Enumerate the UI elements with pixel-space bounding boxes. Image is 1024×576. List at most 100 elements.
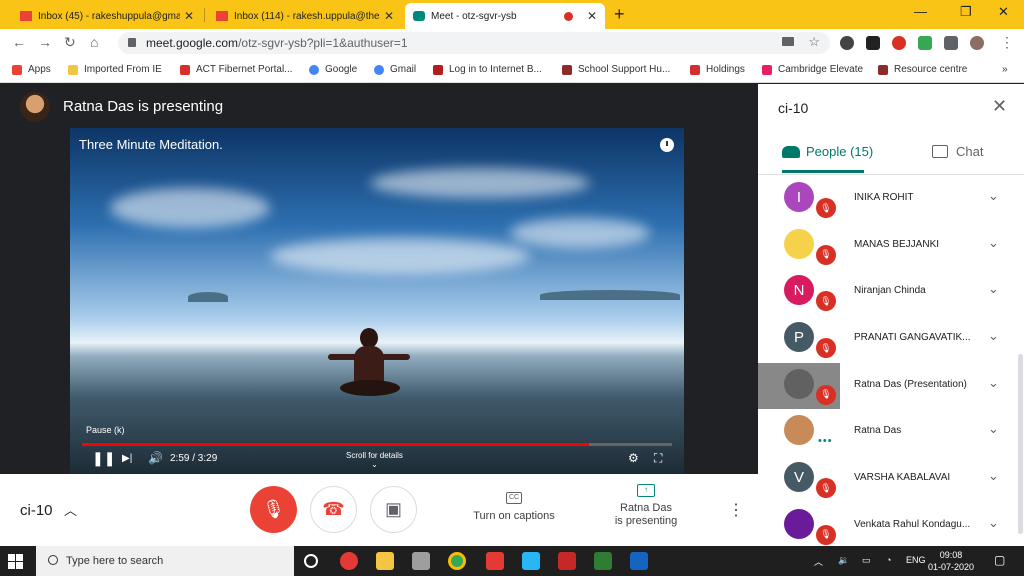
taskbar-search[interactable]: Type here to search [36,546,294,576]
tab-meet[interactable]: Meet - otz-sgvr-ysb ✕ [405,3,605,29]
presenting-line2: is presenting [614,515,678,527]
menu-dots-icon[interactable]: ⋮ [1000,34,1014,51]
tab-gmail-1[interactable]: Inbox (45) - rakeshuppula@gma ✕ [12,3,202,29]
settings-icon[interactable]: ⚙ [628,451,639,465]
zoom-icon[interactable] [522,552,540,570]
chevron-down-icon[interactable]: ⌄ [988,421,999,437]
tab-chat-label: Chat [956,144,984,159]
chevron-down-icon[interactable]: ⌄ [988,515,999,531]
puzzle-icon[interactable] [944,36,958,50]
chevron-down-icon[interactable]: ⌄ [988,328,999,344]
wifi-icon[interactable]: ◔ [886,555,891,565]
tab-people[interactable]: People (15) [782,144,873,159]
camera-toggle-button[interactable]: ▣ [370,486,417,533]
participant-avatar [784,228,814,259]
volume-icon[interactable]: 🔊 [148,451,163,465]
extension-icon[interactable] [892,36,906,50]
windows-start-icon[interactable] [8,554,23,569]
captions-button[interactable]: CC Turn on captions [466,492,562,522]
scroll-hint[interactable]: Scroll for details ⌄ [346,451,403,469]
notifications-icon[interactable]: ▢ [994,553,1005,567]
bookmark-school[interactable]: School Support Hu... [562,64,670,75]
mic-off-icon: 🎙 [816,244,836,265]
chevron-down-icon[interactable]: ⌄ [988,188,999,204]
fullscreen-icon[interactable]: ⛶ [654,451,662,466]
bookmark-apps[interactable]: Apps [12,64,51,75]
chevron-down-icon[interactable]: ⌄ [988,468,999,484]
bookmark-act[interactable]: ACT Fibernet Portal... [180,64,293,75]
taskbar-clock[interactable]: 09:08 01-07-2020 [928,549,974,573]
close-icon[interactable]: ✕ [587,9,597,23]
camera-icon[interactable] [782,37,794,46]
participant-avatar-box: 🎙 [758,362,840,410]
extension-icon[interactable] [840,36,854,50]
presenting-button[interactable]: ↑ Ratna Das is presenting [600,484,692,528]
bookmark-cambridge[interactable]: Cambridge Elevate [762,64,863,75]
tab-chat[interactable]: Chat [932,144,983,159]
mic-toggle-button[interactable]: 🎙 [250,486,297,533]
bookmark-imported[interactable]: Imported From IE [68,64,162,75]
address-toolbar: ← → ↻ ⌂ meet.google.com/otz-sgvr-ysb?pli… [0,29,1024,57]
bookmark-internet[interactable]: Log in to Internet B... [433,64,542,75]
participant-row[interactable]: 🎙 Ratna Das (Presentation) ⌄ [758,362,1024,410]
chevron-up-icon[interactable]: ︿ [814,555,823,568]
participant-row[interactable]: N 🎙 Niranjan Chinda ⌄ [758,269,1024,316]
chevron-up-icon[interactable]: ︿ [64,500,77,519]
battery-icon[interactable]: ▭ [862,555,871,566]
more-options-icon[interactable]: ⋮ [728,500,744,520]
calculator-icon[interactable] [412,552,430,570]
close-icon[interactable]: ✕ [992,96,1007,117]
bookmark-resource[interactable]: Resource centre [878,64,967,75]
close-icon[interactable]: ✕ [384,9,394,23]
cortana-icon[interactable] [304,554,318,568]
more-bookmarks-button[interactable]: » [1002,64,1008,75]
bookmark-gmail[interactable]: Gmail [374,64,416,75]
back-icon[interactable]: ← [12,34,26,50]
window-close-icon[interactable]: ✕ [998,4,1009,20]
close-icon[interactable]: ✕ [184,9,194,23]
new-tab-button[interactable]: + [614,4,625,25]
cloud [510,218,650,248]
bookmark-holdings[interactable]: Holdings [690,64,745,75]
tab-gmail-2[interactable]: Inbox (114) - rakesh.uppula@the ✕ [208,3,402,29]
paint-icon[interactable] [340,552,358,570]
participant-row[interactable]: I 🎙 INIKA ROHIT ⌄ [758,176,1024,223]
scrollbar[interactable] [1018,354,1023,534]
profile-avatar[interactable] [970,36,984,50]
star-icon[interactable]: ☆ [808,34,820,50]
participant-row[interactable]: 🎙 Venkata Rahul Kondagu... ⌄ [758,503,1024,550]
reload-icon[interactable]: ↻ [64,34,76,51]
file-explorer-icon[interactable] [376,552,394,570]
word-icon[interactable] [630,552,648,570]
video-progress-bar[interactable] [82,443,672,446]
participant-row[interactable]: ••• Ratna Das ⌄ [758,409,1024,456]
participant-row[interactable]: P 🎙 PRANATI GANGAVATIK... ⌄ [758,316,1024,363]
leave-call-button[interactable]: ☎ [310,486,357,533]
bookmark-google[interactable]: Google [309,64,357,75]
restore-icon[interactable]: ❐ [960,4,972,20]
video-player[interactable]: Three Minute Meditation. Pause (k) ❚❚ ▶|… [70,128,684,474]
participant-row[interactable]: 🎙 MANAS BEJJANKI ⌄ [758,223,1024,270]
extension-icon[interactable] [918,36,932,50]
pause-icon[interactable]: ❚❚ [92,450,115,467]
acrobat-icon[interactable] [558,552,576,570]
video-title: Three Minute Meditation. [79,137,223,152]
participant-row[interactable]: V 🎙 VARSHA KABALAVAI ⌄ [758,456,1024,503]
next-icon[interactable]: ▶| [122,453,132,464]
bookmark-label: Holdings [706,64,745,75]
minimize-icon[interactable]: — [914,4,927,19]
chrome-icon[interactable] [448,552,466,570]
app-icon[interactable] [486,552,504,570]
chevron-down-icon[interactable]: ⌄ [988,235,999,251]
home-icon[interactable]: ⌂ [90,34,98,50]
chevron-down-icon[interactable]: ⌄ [988,281,999,297]
chevron-down-icon[interactable]: ⌄ [988,375,999,391]
language-indicator[interactable]: ENG [906,555,926,565]
extension-icon[interactable] [866,36,880,50]
forward-icon[interactable]: → [38,34,52,50]
watch-later-icon[interactable] [660,138,674,152]
speaker-icon[interactable]: 🔉 [838,555,849,566]
participant-avatar-box: ••• [758,409,840,456]
url-bar[interactable]: meet.google.com/otz-sgvr-ysb?pli=1&authu… [118,32,830,54]
excel-icon[interactable] [594,552,612,570]
